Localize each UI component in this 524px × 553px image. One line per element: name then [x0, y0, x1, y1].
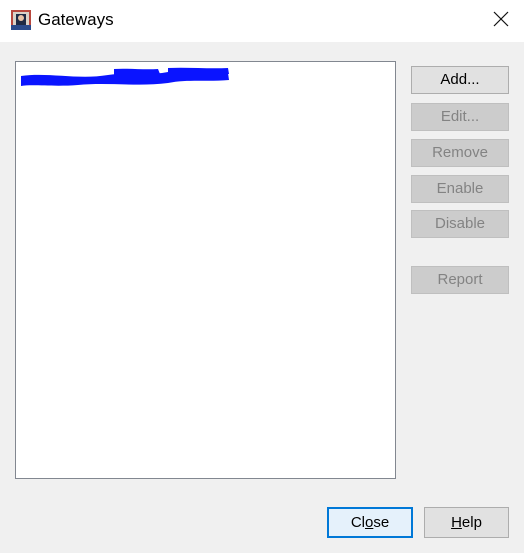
close-icon[interactable] [484, 6, 516, 34]
help-button-mnemonic: H [451, 514, 462, 531]
title-bar: Gateways [0, 0, 524, 42]
close-button-label-pre: Cl [350, 513, 365, 531]
help-button-label-post: elp [461, 514, 482, 531]
help-button[interactable]: Help [424, 507, 509, 538]
report-button[interactable]: Report [411, 266, 509, 294]
java-duke-icon [11, 10, 31, 30]
add-button[interactable]: Add... [411, 66, 509, 94]
enable-button[interactable]: Enable [411, 175, 509, 203]
list-item[interactable] [18, 66, 233, 92]
window-title: Gateways [38, 10, 114, 29]
close-button-label-post: se [373, 513, 390, 531]
disable-button[interactable]: Disable [411, 210, 509, 238]
gateways-list[interactable] [15, 61, 396, 479]
remove-button[interactable]: Remove [411, 139, 509, 167]
close-button[interactable]: Close [327, 507, 413, 538]
edit-button[interactable]: Edit... [411, 103, 509, 131]
gateways-dialog: Gateways Add... Edit... Remove Enable Di… [0, 0, 524, 553]
